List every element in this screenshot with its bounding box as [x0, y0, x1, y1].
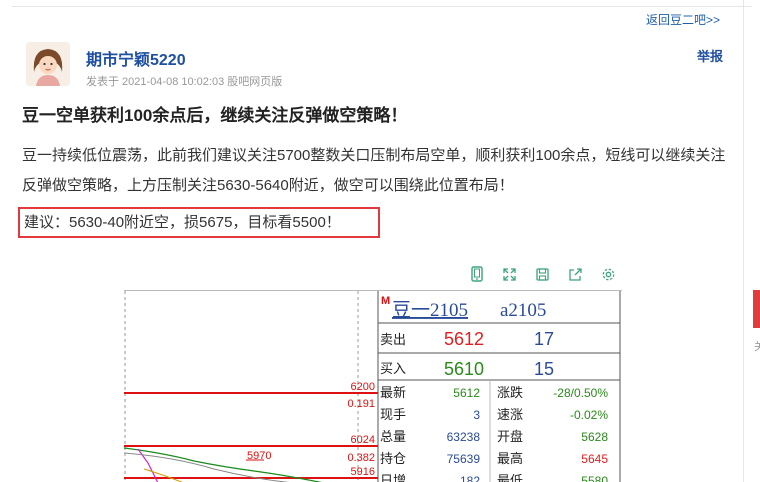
quote-row-value: 5580: [581, 474, 608, 482]
quote-row-value: 3: [473, 408, 480, 422]
level-ratio-6200: 0.191: [347, 398, 375, 410]
quote-row-label: 开盘: [497, 429, 523, 444]
post-body: 豆一持续低位震荡，此前我们建议关注5700整数关口压制布局空单，顺利获利100余…: [22, 147, 726, 194]
save-icon[interactable]: [526, 261, 559, 287]
right-side-char: 关: [754, 341, 760, 353]
post-meta: 发表于 2021-04-08 10:02:03 股吧网页版: [86, 76, 283, 88]
quote-row-label: 速涨: [497, 407, 523, 422]
quote-row-label: 最低: [497, 473, 523, 482]
level-price-6200: 6200: [351, 381, 375, 393]
quote-row-value: 63238: [447, 430, 481, 444]
quote-code: a2105: [500, 300, 546, 321]
bid-volume: 15: [534, 359, 554, 379]
right-divider: [743, 0, 744, 482]
quote-row-value: 5628: [581, 430, 608, 444]
quote-row-label: 现手: [380, 407, 406, 422]
quote-row-value: -28/0.50%: [553, 386, 608, 400]
quote-row-value: 75639: [447, 452, 481, 466]
report-link[interactable]: 举报: [697, 46, 723, 65]
peak-label: 5970: [247, 450, 271, 462]
right-side-tab[interactable]: [753, 290, 760, 328]
trade-advice-box: 建议：5630-40附近空，损5675，目标看5500！: [18, 207, 380, 238]
bid-label: 买入: [380, 361, 406, 376]
share-icon[interactable]: [559, 261, 592, 287]
bid-price: 5610: [444, 359, 484, 379]
quote-chart-svg: 6200 0.191 6024 0.382 5916 5970 M 豆一2105…: [124, 291, 622, 482]
quote-badge: M: [381, 295, 390, 307]
quote-row-value: -0.02%: [570, 408, 608, 422]
quote-row-label: 最高: [497, 451, 523, 466]
level-price-5916: 5916: [351, 466, 375, 478]
image-toolbar: [460, 261, 625, 287]
avatar-illustration: [26, 42, 70, 86]
ask-price: 5612: [444, 329, 484, 349]
quote-row-label: 最新: [380, 385, 406, 400]
futures-quote-chart-image[interactable]: 6200 0.191 6024 0.382 5916 5970 M 豆一2105…: [124, 290, 622, 482]
quote-row-label: 持仓: [380, 451, 406, 466]
author-name[interactable]: 期市宁颖5220: [86, 46, 186, 70]
top-frame-line: [12, 0, 752, 7]
quote-row-value: 5612: [453, 386, 480, 400]
quote-row-value: 182: [460, 474, 480, 482]
level-ratio-6024: 0.382: [347, 452, 375, 464]
fullscreen-icon[interactable]: [493, 261, 526, 287]
quote-row-value: 5645: [581, 452, 608, 466]
level-price-6024: 6024: [351, 434, 375, 446]
quote-name: 豆一2105: [392, 300, 468, 321]
settings-icon[interactable]: [592, 261, 625, 287]
post-title: 豆一空单获利100余点后，继续关注反弹做空策略！: [22, 106, 408, 125]
quote-row-label: 总量: [380, 429, 406, 444]
phone-icon[interactable]: [460, 261, 493, 287]
back-to-forum-link[interactable]: 返回豆二吧>>: [646, 11, 720, 28]
ask-volume: 17: [534, 329, 554, 349]
quote-row-label: 涨跌: [497, 385, 523, 400]
ask-label: 卖出: [380, 332, 406, 347]
quote-row-label: 日增: [380, 473, 406, 482]
avatar[interactable]: [26, 42, 70, 86]
